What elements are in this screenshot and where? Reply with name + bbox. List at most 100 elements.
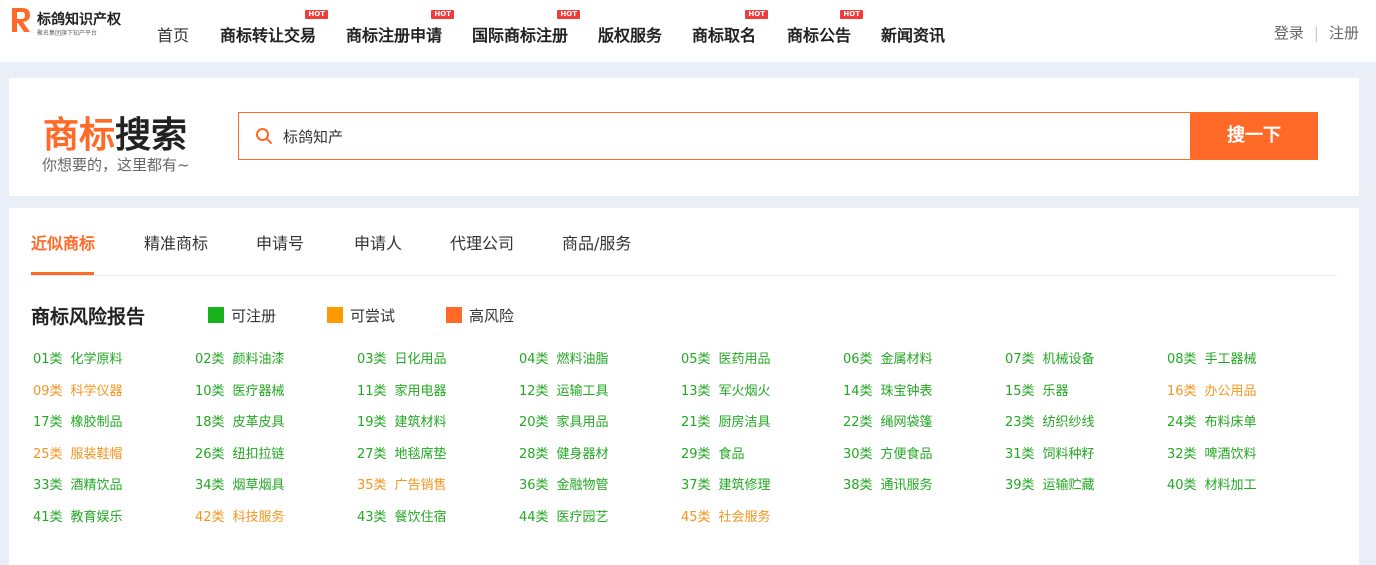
category-item[interactable]: 29类 食品: [681, 443, 745, 462]
category-code: 20类: [519, 415, 549, 431]
category-name: 医疗器械: [232, 383, 285, 399]
login-link[interactable]: 登录: [1274, 24, 1304, 42]
category-item[interactable]: 05类 医药用品: [681, 348, 771, 367]
category-name: 布料床单: [1204, 415, 1257, 431]
category-item[interactable]: 41类 教育娱乐: [33, 506, 123, 525]
category-item[interactable]: 24类 布料床单: [1167, 411, 1257, 430]
category-name: 纺织纱线: [1042, 415, 1095, 431]
nav-trademark-register[interactable]: 商标注册申请 HOT: [346, 10, 455, 46]
category-item[interactable]: 12类 运输工具: [519, 380, 609, 399]
category-item[interactable]: 16类 办公用品: [1167, 380, 1257, 399]
register-link[interactable]: 注册: [1329, 24, 1359, 42]
category-code: 25类: [33, 446, 63, 462]
category-code: 23类: [1005, 415, 1035, 431]
category-item[interactable]: 38类 通讯服务: [843, 474, 933, 493]
category-item[interactable]: 03类 日化用品: [357, 348, 447, 367]
category-item[interactable]: 45类 社会服务: [681, 506, 771, 525]
category-item[interactable]: 23类 纺织纱线: [1005, 411, 1095, 430]
tab-agency[interactable]: 代理公司: [450, 230, 514, 254]
search-button[interactable]: 搜一下: [1190, 112, 1318, 160]
nav-international-register[interactable]: 国际商标注册 HOT: [472, 10, 581, 46]
category-item[interactable]: 02类 颜料油漆: [195, 348, 285, 367]
category-item[interactable]: 35类 广告销售: [357, 474, 447, 493]
site-logo[interactable]: 标鸽知识产权 聚名集团旗下知产平台: [10, 6, 160, 38]
risk-report-title: 商标风险报告: [31, 306, 146, 328]
category-code: 03类: [357, 352, 387, 367]
category-name: 建筑材料: [394, 415, 447, 431]
category-code: 27类: [357, 446, 387, 462]
nav-trademark-naming[interactable]: 商标取名 HOT: [692, 10, 769, 46]
category-code: 09类: [33, 383, 63, 399]
tab-goods-services[interactable]: 商品/服务: [562, 230, 631, 254]
category-name: 手工器械: [1204, 352, 1257, 367]
category-item[interactable]: 36类 金融物管: [519, 474, 609, 493]
category-name: 科技服务: [232, 510, 285, 525]
nav-trademark-announcement[interactable]: 商标公告 HOT: [787, 10, 864, 46]
nav-copyright-service[interactable]: 版权服务: [598, 22, 662, 46]
category-item[interactable]: 11类 家用电器: [357, 380, 447, 399]
auth-separator: |: [1313, 24, 1319, 42]
category-name: 珠宝钟表: [880, 383, 933, 399]
category-code: 06类: [843, 352, 873, 367]
category-item[interactable]: 34类 烟草烟具: [195, 474, 285, 493]
category-name: 医疗园艺: [556, 510, 609, 525]
category-code: 44类: [519, 510, 549, 525]
category-item[interactable]: 43类 餐饮住宿: [357, 506, 447, 525]
category-item[interactable]: 06类 金属材料: [843, 348, 933, 367]
category-name: 家用电器: [394, 383, 447, 399]
category-name: 厨房洁具: [718, 415, 771, 431]
logo-title: 标鸽知识产权: [37, 12, 121, 28]
tab-similar-trademark[interactable]: 近似商标: [31, 230, 95, 254]
category-item[interactable]: 04类 燃料油脂: [519, 348, 609, 367]
category-item[interactable]: 33类 酒精饮品: [33, 474, 123, 493]
category-item[interactable]: 15类 乐器: [1005, 380, 1069, 399]
category-item[interactable]: 08类 手工器械: [1167, 348, 1257, 367]
category-code: 24类: [1167, 415, 1197, 431]
category-code: 17类: [33, 415, 63, 431]
tab-applicant[interactable]: 申请人: [354, 230, 402, 254]
category-item[interactable]: 19类 建筑材料: [357, 411, 447, 430]
category-item[interactable]: 26类 纽扣拉链: [195, 443, 285, 462]
nav-trademark-trade[interactable]: 商标转让交易 HOT: [220, 10, 329, 46]
category-item[interactable]: 01类 化学原料: [33, 348, 123, 367]
category-item[interactable]: 18类 皮革皮具: [195, 411, 285, 430]
category-item[interactable]: 10类 医疗器械: [195, 380, 285, 399]
category-item[interactable]: 40类 材料加工: [1167, 474, 1257, 493]
category-item[interactable]: 44类 医疗园艺: [519, 506, 609, 525]
category-item[interactable]: 28类 健身器材: [519, 443, 609, 462]
category-code: 42类: [195, 510, 225, 525]
category-code: 04类: [519, 352, 549, 367]
category-item[interactable]: 42类 科技服务: [195, 506, 285, 525]
category-name: 教育娱乐: [70, 510, 123, 525]
category-item[interactable]: 09类 科学仪器: [33, 380, 123, 399]
category-code: 22类: [843, 415, 873, 431]
category-item[interactable]: 14类 珠宝钟表: [843, 380, 933, 399]
tab-exact-trademark[interactable]: 精准商标: [144, 230, 208, 254]
search-input[interactable]: [283, 113, 1163, 159]
hot-badge: HOT: [745, 10, 769, 19]
category-item[interactable]: 22类 绳网袋篷: [843, 411, 933, 430]
category-item[interactable]: 20类 家具用品: [519, 411, 609, 430]
category-item[interactable]: 30类 方便食品: [843, 443, 933, 462]
category-item[interactable]: 25类 服装鞋帽: [33, 443, 123, 462]
logo-subtitle: 聚名集团旗下知产平台: [37, 30, 98, 37]
category-code: 10类: [195, 383, 225, 399]
category-name: 餐饮住宿: [394, 510, 447, 525]
category-item[interactable]: 27类 地毯席垫: [357, 443, 447, 462]
nav-home[interactable]: 首页: [157, 22, 189, 46]
category-item[interactable]: 21类 厨房洁具: [681, 411, 771, 430]
category-item[interactable]: 31类 饲料种籽: [1005, 443, 1095, 462]
active-tab-indicator: [31, 272, 94, 275]
category-code: 36类: [519, 478, 549, 494]
category-item[interactable]: 32类 啤酒饮料: [1167, 443, 1257, 462]
category-item[interactable]: 37类 建筑修理: [681, 474, 771, 493]
tab-application-number[interactable]: 申请号: [256, 230, 304, 254]
category-code: 12类: [519, 383, 549, 399]
category-code: 19类: [357, 415, 387, 431]
nav-news[interactable]: 新闻资讯: [881, 22, 945, 46]
category-item[interactable]: 07类 机械设备: [1005, 348, 1095, 367]
category-code: 34类: [195, 478, 225, 494]
category-item[interactable]: 17类 橡胶制品: [33, 411, 123, 430]
category-item[interactable]: 39类 运输贮藏: [1005, 474, 1095, 493]
category-item[interactable]: 13类 军火烟火: [681, 380, 771, 399]
